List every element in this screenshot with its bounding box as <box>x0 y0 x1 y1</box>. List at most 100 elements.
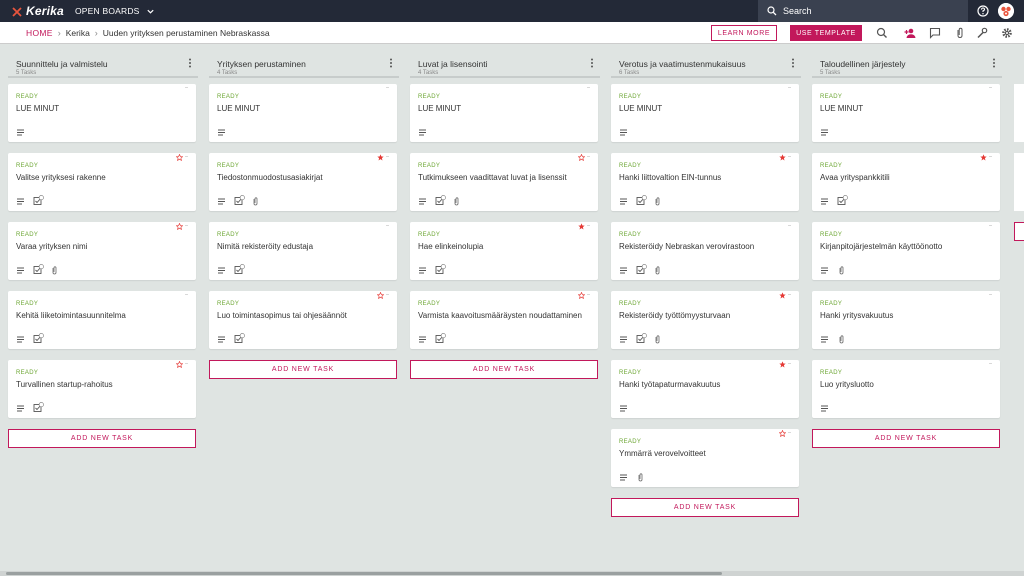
card-menu-icon[interactable]: ... <box>184 291 188 297</box>
card-menu-icon[interactable]: ... <box>184 153 188 159</box>
task-card[interactable]: ... READY Varaa yrityksen nimi <box>8 222 196 280</box>
task-card[interactable]: ... READY Kirjanpitojärjestelmän käyttööno… <box>812 222 1000 280</box>
card-menu-icon[interactable]: ... <box>988 291 992 297</box>
card-menu-icon[interactable]: ... <box>385 222 389 228</box>
card-menu-icon[interactable]: ... <box>385 153 389 159</box>
task-card[interactable]: ... READY LUE MINUT <box>812 84 1000 142</box>
column-header[interactable]: Taloudellinen järjestely 5 Tasks <box>812 44 1002 78</box>
task-card[interactable]: ... READY LUE MINUT <box>8 84 196 142</box>
learn-more-button[interactable]: LEARN MORE <box>711 25 777 41</box>
task-card[interactable]: ... READY Luo toimintasopimus tai ohjesään… <box>209 291 397 349</box>
more-vert-icon[interactable] <box>389 58 393 68</box>
more-vert-icon[interactable] <box>791 58 795 68</box>
add-new-task-button[interactable]: ADD NEW TASK <box>410 360 598 379</box>
search-board-icon[interactable] <box>876 27 888 39</box>
more-vert-icon[interactable] <box>188 58 192 68</box>
star-filled-icon[interactable] <box>980 154 987 161</box>
column-header[interactable]: Verotus ja vaatimustenmukaisuus 6 Tasks <box>611 44 801 78</box>
add-new-task-button[interactable]: ADD NEW TASK <box>611 498 799 517</box>
column-header[interactable]: Suunnittelu ja valmistelu 5 Tasks <box>8 44 198 78</box>
horizontal-scrollbar[interactable] <box>0 571 1024 576</box>
card-menu-icon[interactable]: ... <box>385 84 389 90</box>
card-menu-icon[interactable]: ... <box>586 291 590 297</box>
star-filled-icon[interactable] <box>779 154 786 161</box>
star-filled-icon[interactable] <box>779 292 786 299</box>
card-menu-icon[interactable]: ... <box>787 222 791 228</box>
task-card[interactable]: ... READY Hae elinkeinolupia <box>410 222 598 280</box>
star-outline-icon[interactable] <box>176 154 183 161</box>
card-menu-icon[interactable]: ... <box>988 84 992 90</box>
card-menu-icon[interactable]: ... <box>787 360 791 366</box>
card-menu-icon[interactable]: ... <box>586 222 590 228</box>
card-menu-icon[interactable]: ... <box>586 153 590 159</box>
star-outline-icon[interactable] <box>377 292 384 299</box>
task-card[interactable]: ... READY Ymmärrä verovelvoitteet <box>611 429 799 487</box>
more-vert-icon[interactable] <box>992 58 996 68</box>
column-header[interactable]: Luvat ja lisensointi 4 Tasks <box>410 44 600 78</box>
task-card[interactable] <box>1014 84 1024 142</box>
avatar[interactable] <box>998 3 1014 19</box>
card-menu-icon[interactable]: ... <box>787 153 791 159</box>
task-card[interactable]: ... READY Hanki liittovaltion EIN-tunnus <box>611 153 799 211</box>
card-menu-icon[interactable]: ... <box>988 153 992 159</box>
card-menu-icon[interactable]: ... <box>184 84 188 90</box>
add-new-task-button[interactable]: ADD NEW TASK <box>209 360 397 379</box>
task-card[interactable]: ... READY Varmista kaavoitusmääräysten nou… <box>410 291 598 349</box>
star-filled-icon[interactable] <box>377 154 384 161</box>
column-header[interactable]: Yrityksen perustaminen 4 Tasks <box>209 44 399 78</box>
task-card[interactable]: ... READY Kehitä liiketoimintasuunnitelma <box>8 291 196 349</box>
search-input[interactable]: Search <box>758 0 968 22</box>
add-new-task-button[interactable]: ADD NEW TASK <box>812 429 1000 448</box>
task-card[interactable]: ... READY Tiedostonmuodostusasiakirjat <box>209 153 397 211</box>
task-card[interactable]: ... READY Turvallinen startup-rahoitus <box>8 360 196 418</box>
task-card[interactable]: ... READY LUE MINUT <box>209 84 397 142</box>
breadcrumb-home[interactable]: HOME <box>26 28 53 38</box>
task-indicators <box>820 193 854 205</box>
open-boards-label: OPEN BOARDS <box>75 6 140 16</box>
card-menu-icon[interactable]: ... <box>988 222 992 228</box>
use-template-button[interactable]: USE TEMPLATE <box>790 25 862 41</box>
more-vert-icon[interactable] <box>590 58 594 68</box>
task-card[interactable]: ... READY Tutkimukseen vaadittavat luvat j… <box>410 153 598 211</box>
open-boards-menu[interactable]: OPEN BOARDS <box>75 6 155 16</box>
task-card[interactable]: ... READY Luo yritysluotto <box>812 360 1000 418</box>
card-menu-icon[interactable]: ... <box>184 360 188 366</box>
task-card[interactable]: ... READY Nimitä rekisteröity edustaja <box>209 222 397 280</box>
task-card[interactable]: ... READY Hanki työtapaturmavakuutus <box>611 360 799 418</box>
board-column: Suunnittelu ja valmistelu 5 Tasks ... READY… <box>8 44 198 448</box>
kerika-logo[interactable]: Kerika <box>11 4 71 18</box>
add-new-task-button[interactable]: ADD NEW TASK <box>8 429 196 448</box>
task-card[interactable]: ... READY Hanki yritysvakuutus <box>812 291 1000 349</box>
task-card[interactable]: ... READY Rekisteröidy Nebraskan veroviras… <box>611 222 799 280</box>
help-icon[interactable] <box>977 5 989 17</box>
chat-icon[interactable] <box>929 27 941 39</box>
card-menu-icon[interactable]: ... <box>787 291 791 297</box>
add-person-icon[interactable] <box>904 27 916 39</box>
add-new-task-button[interactable] <box>1014 222 1024 241</box>
star-filled-icon[interactable] <box>578 223 585 230</box>
breadcrumb-org[interactable]: Kerika <box>66 28 90 38</box>
task-card[interactable]: ... READY LUE MINUT <box>410 84 598 142</box>
settings-gear-icon[interactable] <box>1001 27 1013 39</box>
star-outline-icon[interactable] <box>176 361 183 368</box>
task-card[interactable] <box>1014 153 1024 211</box>
task-card[interactable]: ... READY Valitse yrityksesi rakenne <box>8 153 196 211</box>
tools-icon[interactable] <box>976 27 988 39</box>
star-outline-icon[interactable] <box>779 430 786 437</box>
task-card[interactable]: ... READY Avaa yrityspankkitili <box>812 153 1000 211</box>
star-outline-icon[interactable] <box>578 292 585 299</box>
star-outline-icon[interactable] <box>578 154 585 161</box>
star-outline-icon[interactable] <box>176 223 183 230</box>
card-menu-icon[interactable]: ... <box>787 429 791 435</box>
task-title: Kirjanpitojärjestelmän käyttöönotto <box>820 242 943 251</box>
task-card[interactable]: ... READY Rekisteröidy työttömyysturvaan <box>611 291 799 349</box>
card-menu-icon[interactable]: ... <box>988 360 992 366</box>
star-filled-icon[interactable] <box>779 361 786 368</box>
card-menu-icon[interactable]: ... <box>586 84 590 90</box>
attachment-icon[interactable] <box>954 27 966 39</box>
card-menu-icon[interactable]: ... <box>787 84 791 90</box>
scrollbar-thumb[interactable] <box>6 572 722 575</box>
task-card[interactable]: ... READY LUE MINUT <box>611 84 799 142</box>
card-menu-icon[interactable]: ... <box>184 222 188 228</box>
card-menu-icon[interactable]: ... <box>385 291 389 297</box>
